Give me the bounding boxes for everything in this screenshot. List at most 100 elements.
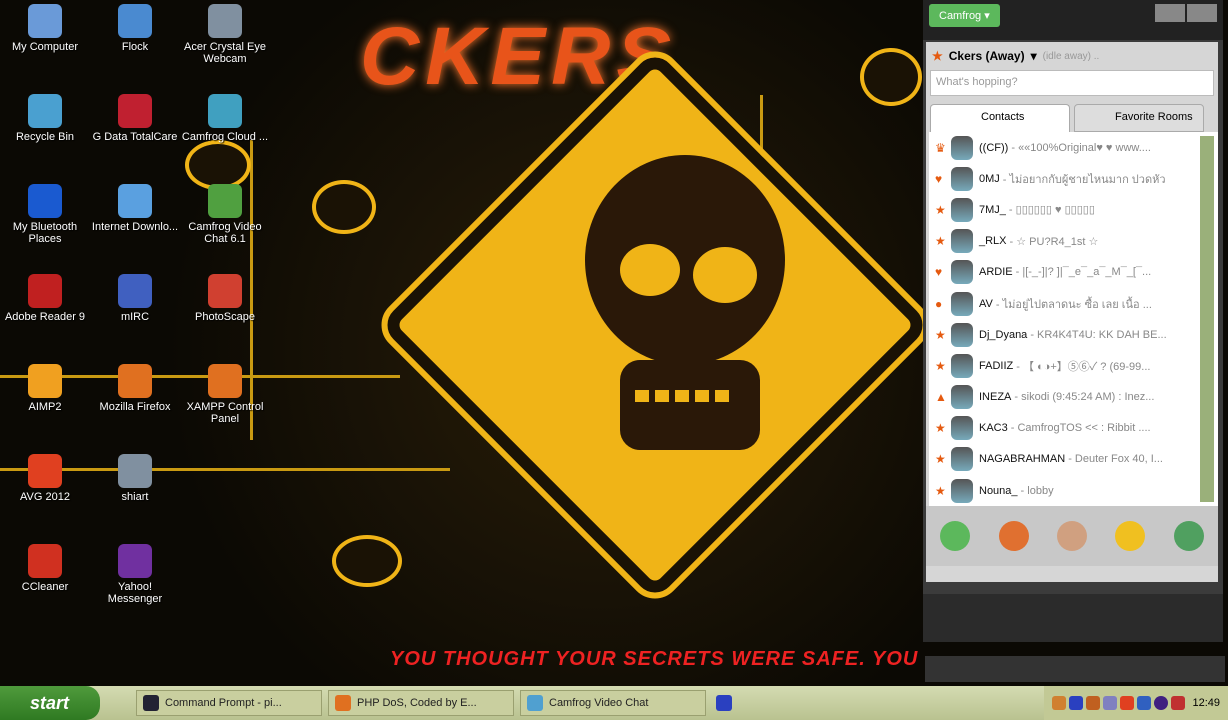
desktop-icon-label: shiart bbox=[121, 491, 149, 503]
desktop-icon[interactable]: Mozilla Firefox bbox=[90, 364, 180, 413]
desktop-icon[interactable]: AIMP2 bbox=[0, 364, 90, 413]
close-button[interactable] bbox=[1187, 4, 1217, 22]
tray-icon[interactable] bbox=[1103, 696, 1118, 710]
tab-favorite-rooms[interactable]: Favorite Rooms bbox=[1074, 104, 1204, 132]
contact-name: KAC3 bbox=[979, 422, 1008, 435]
app-icon bbox=[28, 364, 62, 398]
task-camfrog[interactable]: Camfrog Video Chat bbox=[520, 690, 706, 716]
rank-badge-icon: ★ bbox=[935, 421, 946, 436]
tray-icon[interactable] bbox=[1154, 696, 1169, 710]
scrollbar[interactable] bbox=[1200, 136, 1214, 502]
contact-name: ARDIE bbox=[979, 266, 1013, 279]
desktop-icon[interactable]: Acer Crystal Eye Webcam bbox=[180, 4, 270, 65]
status-message: (idle away) .. bbox=[1042, 50, 1100, 62]
media-player-bar[interactable] bbox=[925, 656, 1225, 682]
desktop-icon[interactable]: Internet Downlo... bbox=[90, 184, 180, 233]
tab-contacts[interactable]: Contacts bbox=[930, 104, 1070, 132]
contact-row[interactable]: ★ KAC3- CamfrogTOS << : Ribbit .... bbox=[929, 413, 1197, 444]
start-button[interactable]: start bbox=[0, 686, 100, 720]
contact-row[interactable]: ★ NAGABRAHMAN - Deuter Fox 40, I... bbox=[929, 444, 1197, 475]
tray-icon[interactable] bbox=[1171, 696, 1186, 710]
avatar bbox=[951, 385, 973, 410]
contact-row[interactable]: ★ Nouna_ - lobby bbox=[929, 475, 1197, 506]
desktop-icon[interactable]: XAMPP Control Panel bbox=[180, 364, 270, 425]
desktop-icon-label: AVG 2012 bbox=[20, 491, 70, 503]
desktop-icon-label: Recycle Bin bbox=[15, 131, 75, 143]
camfrog-menu-button[interactable]: Camfrog ▾ bbox=[929, 4, 1000, 27]
desktop-icon[interactable]: PhotoScape bbox=[180, 274, 270, 323]
desktop-icon[interactable]: mIRC bbox=[90, 274, 180, 323]
contact-name: AV bbox=[979, 297, 993, 310]
avatar bbox=[951, 260, 973, 285]
contact-row[interactable]: ★ FADIIZ - 【 ◐◑+】⑤⑥✓ ? (69-99... bbox=[929, 350, 1197, 381]
minimize-button[interactable] bbox=[1155, 4, 1185, 22]
contact-row[interactable]: ★ _RLX - ☆ PU?R4_1st ☆ bbox=[929, 226, 1197, 257]
contact-message: - ไม่อยากกับผู้ชายไหนมาก ปวดหัว bbox=[1002, 173, 1166, 186]
wallpaper-slogan: YOU THOUGHT YOUR SECRETS WERE SAFE. YOU bbox=[390, 648, 919, 670]
avatar bbox=[951, 416, 973, 441]
desktop-icon[interactable]: Yahoo! Messenger bbox=[90, 544, 180, 605]
desktop-icon[interactable]: Recycle Bin bbox=[0, 94, 90, 143]
rank-badge-icon: ▲ bbox=[935, 390, 947, 405]
desktop-icon-label: Adobe Reader 9 bbox=[4, 311, 86, 323]
desktop-icon[interactable]: G Data TotalCare bbox=[90, 94, 180, 143]
desktop-icon-label: PhotoScape bbox=[195, 311, 255, 323]
tray-icon[interactable] bbox=[1120, 696, 1135, 710]
desktop-icon-label: AIMP2 bbox=[28, 401, 62, 413]
desktop-icon-label: My Computer bbox=[11, 41, 79, 53]
contact-list: ♛ ((CF)) - ««100%Original♥ ♥ www.... ♥ 0MJ - … bbox=[929, 132, 1218, 506]
avatar bbox=[951, 135, 973, 160]
contact-row[interactable]: ♛ ((CF)) - ««100%Original♥ ♥ www.... bbox=[929, 132, 1197, 163]
avatar bbox=[951, 353, 973, 378]
user-status-button[interactable]: Ckers (Away) bbox=[949, 49, 1025, 63]
desktop-icon[interactable]: AVG 2012 bbox=[0, 454, 90, 503]
tray-icon[interactable] bbox=[1137, 696, 1152, 710]
tray-icon[interactable] bbox=[1052, 696, 1067, 710]
add-contact-icon[interactable] bbox=[1173, 521, 1204, 551]
app-icon[interactable] bbox=[716, 695, 732, 711]
desktop-icon[interactable]: CCleaner bbox=[0, 544, 90, 593]
desktop-icon[interactable]: Camfrog Cloud ... bbox=[180, 94, 270, 143]
message-text: ไม่อยากกับผู้ชายไหนมาก ปวดหัว bbox=[1009, 173, 1166, 186]
video-icon[interactable] bbox=[940, 521, 971, 551]
avatar bbox=[951, 447, 973, 472]
desktop-icon-label: mIRC bbox=[120, 311, 150, 323]
cmd-icon bbox=[143, 695, 159, 711]
chevron-down-icon[interactable]: ▾ bbox=[1031, 49, 1037, 63]
contact-message: - lobby bbox=[1020, 484, 1054, 497]
contact-row[interactable]: ♥ ARDIE - |[-_-]|? ]|¯_e¯_a¯_M¯_[¯... bbox=[929, 257, 1197, 288]
tray-icon[interactable] bbox=[1086, 696, 1101, 710]
status-input[interactable]: What's hopping? bbox=[930, 70, 1214, 96]
app-icon bbox=[28, 274, 62, 308]
app-icon bbox=[28, 184, 62, 218]
tray-icon[interactable] bbox=[1069, 696, 1084, 710]
users-icon[interactable] bbox=[1056, 521, 1087, 551]
app-icon bbox=[118, 274, 152, 308]
message-text: ไม่อยู่ไปตลาดนะ ซื้อ เลย เนื้อ ... bbox=[1002, 298, 1152, 311]
contact-row[interactable]: ● AV - ไม่อยู่ไปตลาดนะ ซื้อ เลย เนื้อ ... bbox=[929, 288, 1197, 319]
taskbar: start Command Prompt - pi... PHP DoS, Co… bbox=[0, 686, 1228, 720]
home-icon[interactable] bbox=[998, 521, 1029, 551]
avatar bbox=[951, 166, 973, 191]
app-icon bbox=[118, 94, 152, 128]
contact-row[interactable]: ♥ 0MJ - ไม่อยากกับผู้ชายไหนมาก ปวดหัว bbox=[929, 163, 1197, 194]
desktop-icon[interactable]: Flock bbox=[90, 4, 180, 53]
task-command-prompt[interactable]: Command Prompt - pi... bbox=[136, 690, 322, 716]
contact-message: - ▯▯▯▯▯▯ ♥ ▯▯▯▯▯ bbox=[1008, 204, 1095, 217]
desktop-icon-label: Internet Downlo... bbox=[91, 221, 179, 233]
desktop-icon[interactable]: shiart bbox=[90, 454, 180, 503]
contact-message: - |[-_-]|? ]|¯_e¯_a¯_M¯_[¯... bbox=[1015, 266, 1152, 279]
desktop-icon[interactable]: My Bluetooth Places bbox=[0, 184, 90, 245]
contact-name: ((CF)) bbox=[979, 141, 1009, 154]
desktop-icon-label: Flock bbox=[121, 41, 149, 53]
desktop-icon[interactable]: Adobe Reader 9 bbox=[0, 274, 90, 323]
chat-icon[interactable] bbox=[1115, 521, 1146, 551]
contact-row[interactable]: ★ 7MJ_ - ▯▯▯▯▯▯ ♥ ▯▯▯▯▯ bbox=[929, 194, 1197, 225]
desktop-icon[interactable]: My Computer bbox=[0, 4, 90, 53]
contact-message: - CamfrogTOS << : Ribbit .... bbox=[1010, 422, 1151, 435]
task-firefox[interactable]: PHP DoS, Coded by E... bbox=[328, 690, 514, 716]
contact-row[interactable]: ▲ INEZA - sikodi (9:45:24 AM) : Inez... bbox=[929, 382, 1197, 413]
desktop-icon[interactable]: Camfrog Video Chat 6.1 bbox=[180, 184, 270, 245]
clock: 12:49 bbox=[1192, 697, 1220, 709]
contact-row[interactable]: ★ Dj_Dyana - KR4K4T4U: KK DAH BE... bbox=[929, 319, 1197, 350]
